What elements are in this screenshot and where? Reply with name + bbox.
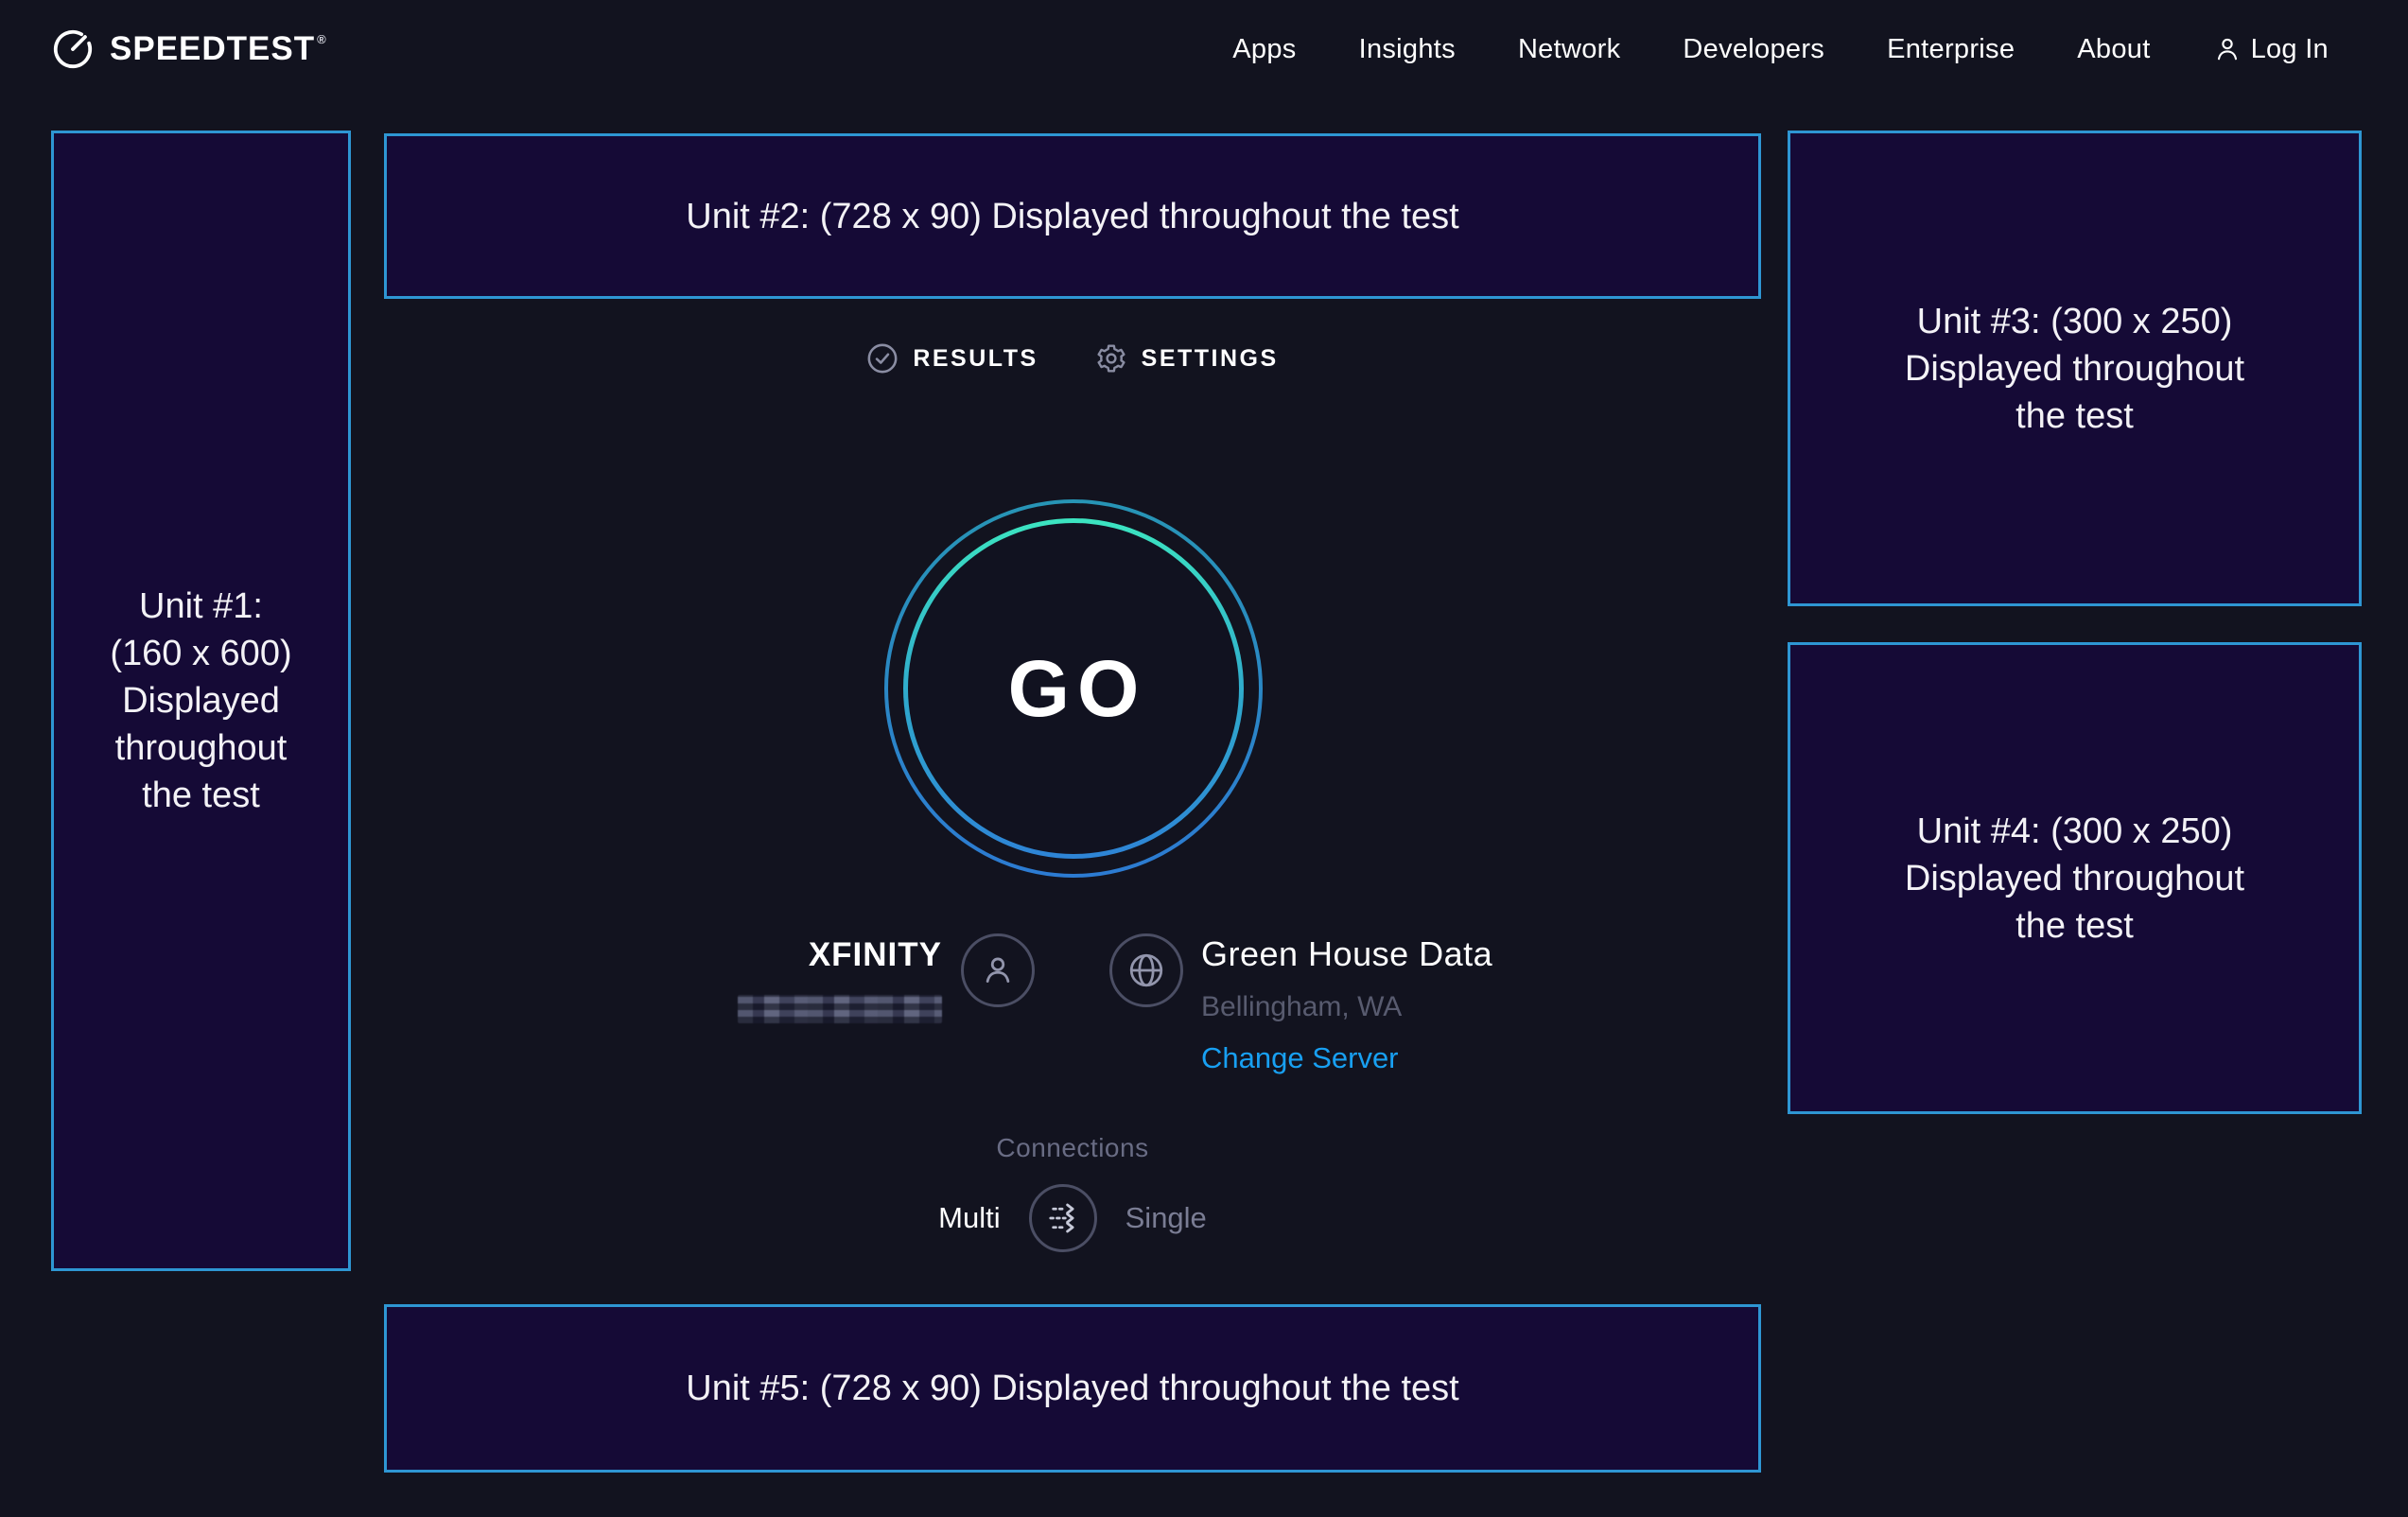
ad-unit-3-line: Unit #3: (300 x 250) [1917, 298, 2233, 345]
ip-address-redacted [738, 995, 942, 1023]
ad-unit-5[interactable]: Unit #5: (728 x 90) Displayed throughout… [384, 1304, 1761, 1473]
connections-single-option[interactable]: Single [1125, 1201, 1207, 1235]
ad-unit-1-line: the test [142, 772, 260, 819]
isp-user-circle [961, 933, 1035, 1007]
nav-item-enterprise[interactable]: Enterprise [1887, 34, 2015, 65]
ad-unit-5-text: Unit #5: (728 x 90) Displayed throughout… [686, 1365, 1458, 1412]
server-name: Green House Data [1201, 934, 1492, 974]
ad-unit-1-line: (160 x 600) [110, 630, 291, 677]
tab-settings-label: SETTINGS [1142, 345, 1279, 373]
tab-results-label: RESULTS [913, 345, 1038, 373]
server-globe-circle [1109, 933, 1183, 1007]
logo-trademark: ® [317, 32, 327, 46]
ad-unit-1-line: Displayed [122, 677, 280, 724]
multi-arrows-icon [1041, 1196, 1085, 1240]
go-button[interactable]: GO [884, 499, 1263, 878]
change-server-link[interactable]: Change Server [1201, 1041, 1492, 1075]
ad-unit-3-line: Displayed throughout [1905, 345, 2244, 392]
ad-unit-4[interactable]: Unit #4: (300 x 250) Displayed throughou… [1788, 642, 2362, 1114]
logo-wordmark: SPEEDTEST [110, 30, 315, 68]
globe-icon [1125, 950, 1167, 991]
tab-results[interactable]: RESULTS [866, 342, 1038, 375]
ad-unit-4-line: the test [2015, 902, 2134, 950]
isp-block: XFINITY [567, 936, 942, 1028]
ad-unit-4-line: Unit #4: (300 x 250) [1917, 808, 2233, 855]
result-settings-tabs: RESULTS SETTINGS [384, 342, 1761, 375]
nav-item-apps[interactable]: Apps [1232, 34, 1296, 65]
user-icon [2213, 35, 2242, 63]
user-circle-icon [978, 950, 1018, 990]
connections-toggle[interactable] [1029, 1184, 1097, 1252]
connections-label: Connections [384, 1133, 1761, 1163]
isp-name: XFINITY [567, 936, 942, 974]
server-location: Bellingham, WA [1201, 991, 1492, 1023]
nav-item-insights[interactable]: Insights [1359, 34, 1456, 65]
ad-unit-3-line: the test [2015, 392, 2134, 440]
login-label: Log In [2251, 34, 2329, 65]
ad-unit-4-line: Displayed throughout [1905, 855, 2244, 902]
connections-multi-option[interactable]: Multi [938, 1201, 1000, 1235]
server-block: Green House Data Bellingham, WA Change S… [1201, 934, 1492, 1075]
nav-item-network[interactable]: Network [1518, 34, 1620, 65]
ad-unit-1-line: throughout [115, 724, 288, 772]
nav-item-developers[interactable]: Developers [1683, 34, 1824, 65]
tab-settings[interactable]: SETTINGS [1095, 342, 1279, 375]
speedtest-gauge-icon [51, 27, 95, 71]
ad-unit-1-line: Unit #1: [139, 583, 263, 630]
speedtest-logo[interactable]: SPEEDTEST ® [51, 27, 327, 71]
ad-unit-1[interactable]: Unit #1: (160 x 600) Displayed throughou… [51, 131, 351, 1271]
nav-item-about[interactable]: About [2077, 34, 2150, 65]
check-circle-icon [866, 342, 899, 375]
main-nav: Apps Insights Network Developers Enterpr… [1232, 34, 2329, 65]
ad-unit-2-text: Unit #2: (728 x 90) Displayed throughout… [686, 193, 1458, 240]
connections-section: Connections Multi Single [384, 1133, 1761, 1252]
go-button-label: GO [884, 499, 1263, 878]
header: SPEEDTEST ® Apps Insights Network Develo… [0, 0, 2408, 98]
ad-unit-2[interactable]: Unit #2: (728 x 90) Displayed throughout… [384, 133, 1761, 299]
ad-unit-3[interactable]: Unit #3: (300 x 250) Displayed throughou… [1788, 131, 2362, 606]
gear-icon [1095, 342, 1127, 375]
login-button[interactable]: Log In [2213, 34, 2329, 65]
